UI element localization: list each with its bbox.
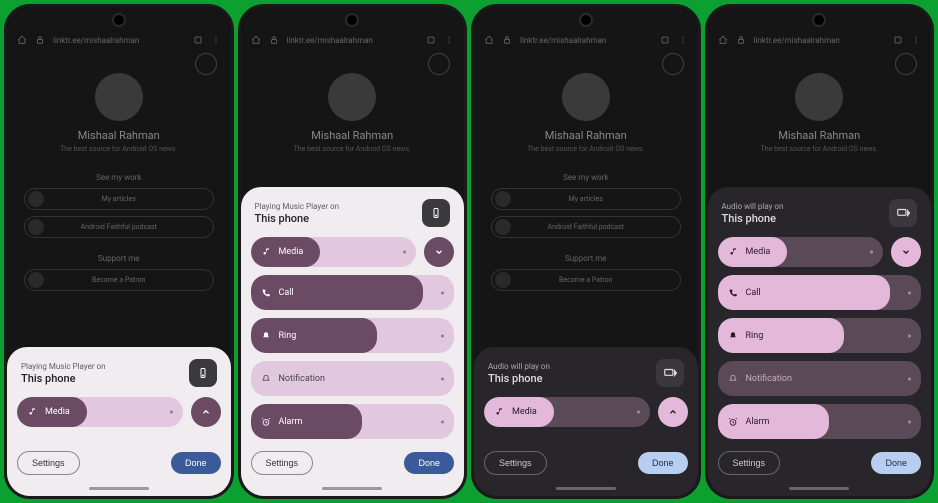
- settings-button[interactable]: Settings: [251, 451, 314, 475]
- media-label: Media: [45, 407, 70, 417]
- music-note-icon: [261, 247, 271, 257]
- done-button[interactable]: Done: [404, 452, 454, 474]
- home-indicator[interactable]: [322, 487, 382, 490]
- camera-notch: [345, 13, 359, 27]
- output-label: Audio will play on: [722, 202, 784, 211]
- phone-2-light-expanded: linktr.ee/mishaalrahman Mishaal Rahman T…: [238, 4, 468, 499]
- done-button[interactable]: Done: [638, 452, 688, 474]
- music-note-icon: [728, 247, 738, 257]
- section-support: Support me: [98, 254, 139, 263]
- page-menu-icon[interactable]: [195, 53, 217, 75]
- media-slider[interactable]: Media: [17, 397, 183, 427]
- media-slider[interactable]: Media: [718, 237, 884, 267]
- output-device: This phone: [488, 372, 550, 385]
- collapse-button[interactable]: [891, 237, 921, 267]
- call-slider[interactable]: Call: [718, 275, 922, 310]
- output-device-button[interactable]: [656, 359, 684, 387]
- url-text[interactable]: linktr.ee/mishaalrahman: [53, 36, 185, 45]
- expand-button[interactable]: [191, 397, 221, 427]
- notification-slider[interactable]: Notification: [718, 361, 922, 396]
- camera-notch: [112, 13, 126, 27]
- music-note-icon: [494, 407, 504, 417]
- home-indicator[interactable]: [789, 487, 849, 490]
- output-device: This phone: [255, 212, 340, 225]
- done-button[interactable]: Done: [171, 452, 221, 474]
- phone-icon: [261, 288, 271, 298]
- profile-subtitle: The best source for Android OS news.: [60, 145, 177, 153]
- bell-ring-icon: [261, 331, 271, 341]
- camera-notch: [812, 13, 826, 27]
- call-slider[interactable]: Call: [251, 275, 455, 310]
- bell-icon: [261, 374, 271, 384]
- output-label: Playing Music Player on: [255, 202, 340, 211]
- output-device-button[interactable]: [189, 359, 217, 387]
- section-work: See my work: [96, 173, 141, 182]
- link-patron[interactable]: Become a Patron: [24, 269, 214, 291]
- output-device: This phone: [21, 372, 106, 385]
- volume-panel-expanded: Playing Music Player on This phone Media…: [241, 187, 465, 496]
- bell-icon: [728, 374, 738, 384]
- alarm-slider[interactable]: Alarm: [251, 404, 455, 439]
- phone-4-dark-expanded: linktr.ee/mishaalrahman Mishaal Rahman T…: [705, 4, 935, 499]
- browser-bar: linktr.ee/mishaalrahman: [7, 31, 231, 49]
- more-icon[interactable]: [211, 35, 221, 45]
- volume-panel-expanded: Audio will play on This phone Media Call…: [708, 187, 932, 496]
- output-device-button[interactable]: [889, 199, 917, 227]
- media-slider[interactable]: Media: [251, 237, 417, 267]
- notification-slider[interactable]: Notification: [251, 361, 455, 396]
- output-label: Playing Music Player on: [21, 362, 106, 371]
- volume-panel: Audio will play on This phone Media Sett…: [474, 347, 698, 496]
- home-icon[interactable]: [17, 35, 27, 45]
- music-note-icon: [27, 407, 37, 417]
- phone-icon: [728, 288, 738, 298]
- phone-3-dark-collapsed: linktr.ee/mishaalrahman Mishaal Rahman T…: [471, 4, 701, 499]
- done-button[interactable]: Done: [871, 452, 921, 474]
- home-indicator[interactable]: [556, 487, 616, 490]
- lock-icon: [35, 35, 45, 45]
- profile-name: Mishaal Rahman: [78, 129, 160, 142]
- settings-button[interactable]: Settings: [718, 451, 781, 475]
- collapse-button[interactable]: [424, 237, 454, 267]
- alarm-icon: [728, 417, 738, 427]
- alarm-icon: [261, 417, 271, 427]
- output-device: This phone: [722, 212, 784, 225]
- ring-slider[interactable]: Ring: [251, 318, 455, 353]
- bell-ring-icon: [728, 331, 738, 341]
- link-podcast[interactable]: Android Faithful podcast: [24, 216, 214, 238]
- output-label: Audio will play on: [488, 362, 550, 371]
- link-my-articles[interactable]: My articles: [24, 188, 214, 210]
- expand-button[interactable]: [658, 397, 688, 427]
- profile-avatar: [95, 73, 143, 121]
- phone-1-light-collapsed: linktr.ee/mishaalrahman Mishaal Rahman T…: [4, 4, 234, 499]
- home-indicator[interactable]: [89, 487, 149, 490]
- tabs-icon[interactable]: [193, 35, 203, 45]
- media-slider[interactable]: Media: [484, 397, 650, 427]
- panel-header: Playing Music Player on This phone: [17, 357, 221, 389]
- ring-slider[interactable]: Ring: [718, 318, 922, 353]
- volume-panel: Playing Music Player on This phone Media…: [7, 347, 231, 496]
- camera-notch: [579, 13, 593, 27]
- output-device-button[interactable]: [422, 199, 450, 227]
- settings-button[interactable]: Settings: [484, 451, 547, 475]
- alarm-slider[interactable]: Alarm: [718, 404, 922, 439]
- settings-button[interactable]: Settings: [17, 451, 80, 475]
